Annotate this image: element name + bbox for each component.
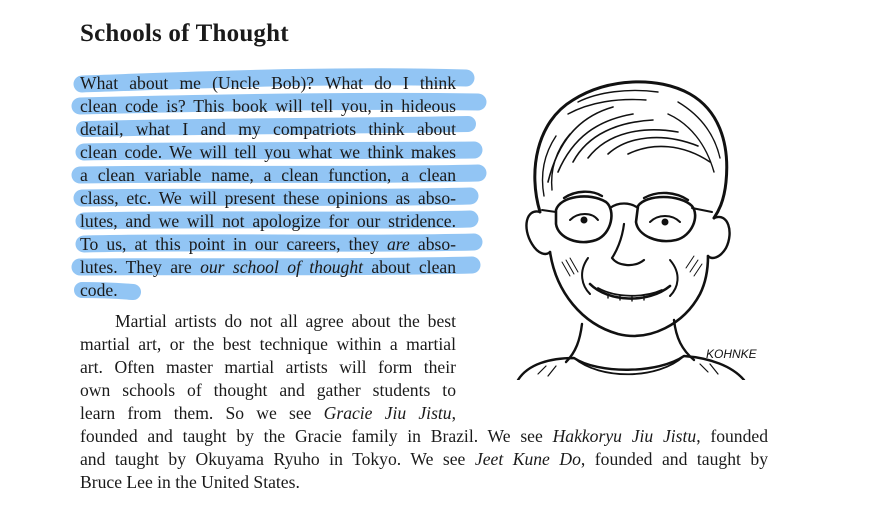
- emphasis-school-of-thought: our school of thought: [200, 257, 364, 277]
- paragraph-line: Bruce Lee in the United States.: [80, 472, 300, 492]
- paragraph-line: Martial artists do not all agree about t…: [115, 311, 456, 331]
- author-portrait-illustration: KOHNKE: [516, 80, 758, 380]
- emphasis-gracie: Gracie Jiu Jistu: [323, 403, 452, 423]
- paragraph-line: code.: [80, 280, 118, 300]
- text-run: ,: [451, 403, 457, 423]
- paragraph-line: learn from them. So we see Gracie Jiu Ji…: [80, 402, 456, 425]
- paragraph-line: lutes, and we will not apologize for our…: [80, 211, 456, 231]
- text-run: founded and taught by the Gracie family …: [80, 426, 553, 446]
- paragraph-line: and taught by Okuyama Ryuho in Tokyo. We…: [80, 448, 768, 471]
- section-heading: Schools of Thought: [80, 20, 289, 47]
- paragraph-line: What about me (Uncle Bob)? What do I thi…: [80, 73, 456, 93]
- paragraph-line: clean code. We will tell you what we thi…: [80, 142, 456, 162]
- text-run: , founded and taught by: [580, 449, 768, 469]
- text-run: To us, at this point in our careers, the…: [80, 234, 387, 254]
- paragraph-line: founded and taught by the Gracie family …: [80, 425, 768, 448]
- paragraph-line: detail, what I and my compatriots think …: [80, 119, 456, 139]
- paragraph-line: To us, at this point in our careers, the…: [80, 233, 456, 256]
- emphasis-hakkoryu: Hakkoryu Jiu Jistu: [552, 426, 697, 446]
- text-run: lutes. They are: [80, 257, 201, 277]
- paragraph-line: clean code is? This book will tell you, …: [80, 96, 456, 116]
- illustration-signature: KOHNKE: [706, 347, 758, 361]
- emphasis-jeet-kune-do: Jeet Kune Do: [474, 449, 581, 469]
- paragraph-line: martial art, or the best technique withi…: [80, 334, 456, 354]
- paragraph-line: lutes. They are our school of thought ab…: [80, 256, 456, 279]
- text-run: and taught by Okuyama Ryuho in Tokyo. We…: [80, 449, 475, 469]
- text-run: about clean: [363, 257, 456, 277]
- text-run: abso-: [409, 234, 457, 254]
- paragraph-line: a clean variable name, a clean function,…: [80, 165, 456, 185]
- paragraph-line: class, etc. We will present these opinio…: [80, 188, 456, 208]
- emphasis-are: are: [387, 234, 410, 254]
- paragraph-line: art. Often master martial artists will f…: [80, 357, 456, 377]
- text-run: learn from them. So we see: [80, 403, 324, 423]
- paragraph-line: own schools of thought and gather studen…: [80, 380, 456, 400]
- book-page: Schools of Thought What about me (Uncle …: [0, 0, 872, 532]
- text-run: , founded: [696, 426, 769, 446]
